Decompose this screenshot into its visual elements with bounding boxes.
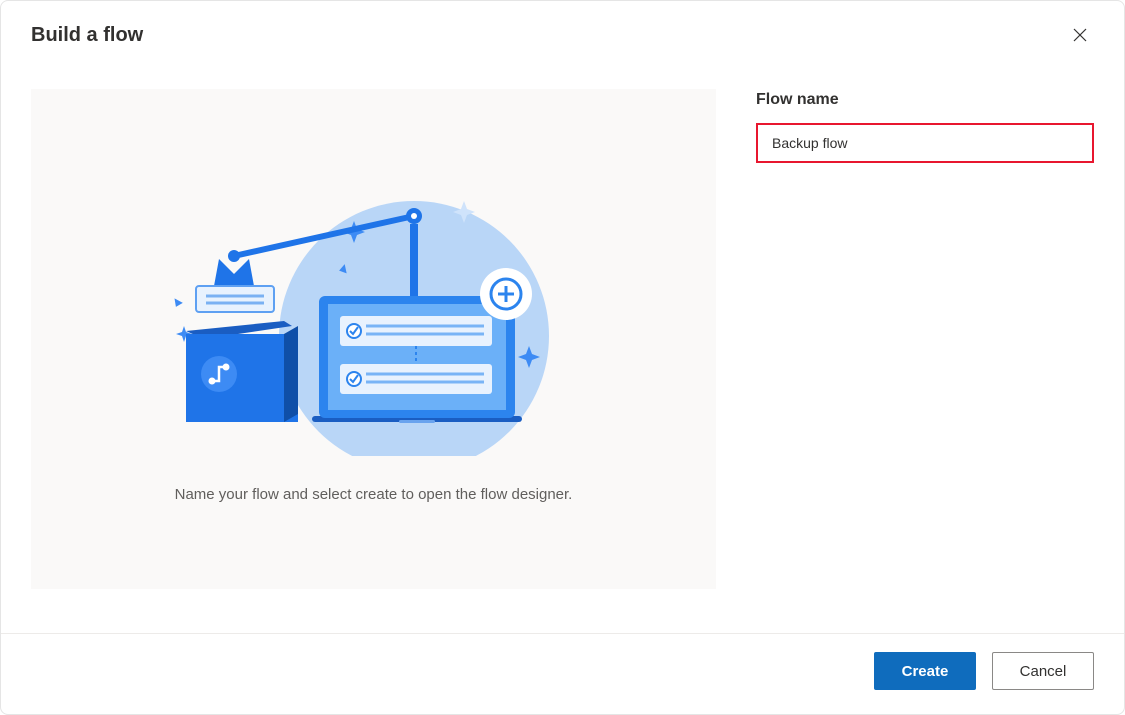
- close-icon: [1072, 27, 1088, 43]
- dialog-body: Name your flow and select create to open…: [1, 59, 1124, 633]
- dialog-title: Build a flow: [31, 24, 143, 47]
- helper-text: Name your flow and select create to open…: [175, 486, 573, 503]
- illustration-panel: Name your flow and select create to open…: [31, 89, 716, 589]
- dialog-header: Build a flow: [1, 1, 1124, 59]
- close-button[interactable]: [1066, 21, 1094, 49]
- flow-name-label: Flow name: [756, 91, 1094, 109]
- flow-name-input[interactable]: [756, 123, 1094, 163]
- build-flow-dialog: Build a flow: [0, 0, 1125, 715]
- cancel-button[interactable]: Cancel: [992, 652, 1094, 690]
- flow-illustration: [164, 176, 584, 456]
- dialog-footer: Create Cancel: [1, 633, 1124, 714]
- form-panel: Flow name: [756, 89, 1094, 623]
- create-button[interactable]: Create: [874, 652, 976, 690]
